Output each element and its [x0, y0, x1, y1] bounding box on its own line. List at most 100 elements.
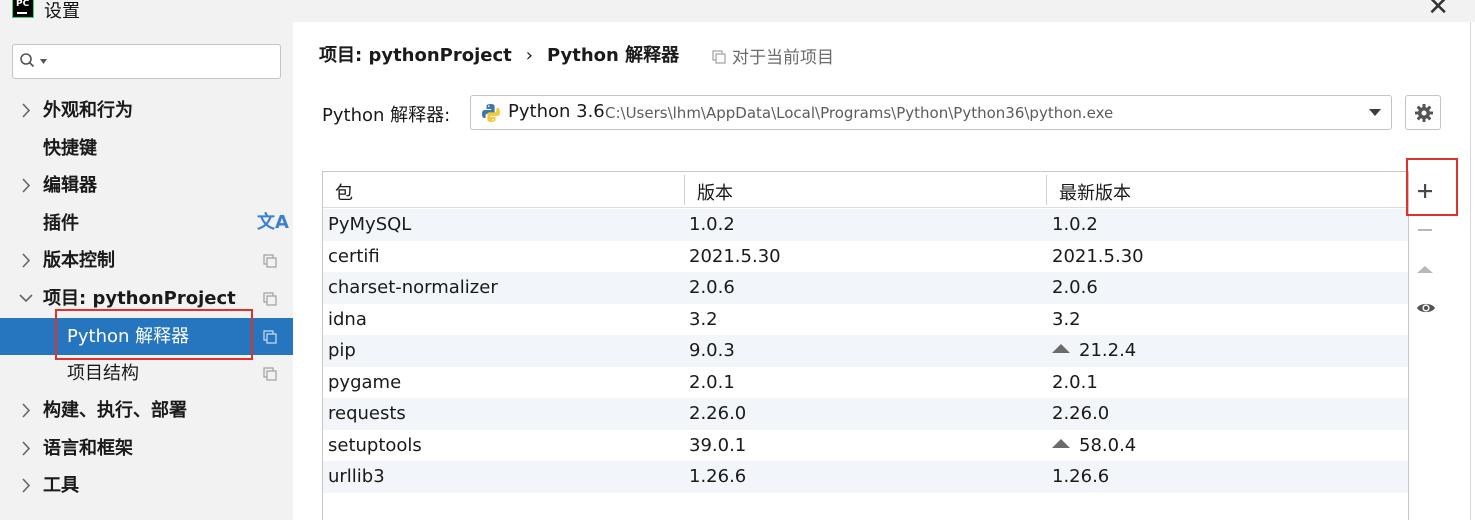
search-input[interactable]	[53, 50, 273, 74]
breadcrumb-project: 项目: pythonProject	[319, 45, 512, 66]
package-latest: 2.0.1	[1052, 371, 1098, 393]
breadcrumb: 项目: pythonProject › Python 解释器	[319, 41, 679, 67]
package-latest: 3.2	[1052, 308, 1081, 330]
package-name: pygame	[328, 371, 402, 393]
package-name: pip	[328, 340, 356, 361]
table-row[interactable]: pygame 2.0.1 2.0.1	[323, 367, 1408, 399]
breadcrumb-page: Python 解释器	[546, 45, 680, 66]
chevron-right-icon	[22, 103, 31, 118]
sidebar-item-label: 插件	[43, 213, 79, 234]
chevron-right-icon	[22, 253, 31, 268]
package-name: certifi	[328, 245, 380, 267]
table-row[interactable]: urllib3 1.26.6 1.26.6	[323, 461, 1408, 493]
column-divider	[1046, 175, 1047, 205]
sidebar-item-keymap[interactable]: 快捷键	[0, 130, 293, 167]
upgrade-icon	[1417, 266, 1433, 273]
interpreter-dropdown[interactable]: Python 3.6 C:\Users\lhm\AppData\Local\Pr…	[470, 95, 1392, 130]
close-icon[interactable]: ✕	[1427, 0, 1449, 22]
table-row[interactable]: requests 2.26.0 2.26.0	[323, 398, 1408, 430]
package-version: 9.0.3	[689, 340, 735, 361]
upgrade-package-button[interactable]	[1407, 251, 1443, 287]
python-icon	[482, 104, 500, 122]
chevron-right-icon	[22, 441, 31, 456]
interpreter-settings-button[interactable]	[1405, 95, 1441, 130]
package-version: 1.0.2	[689, 214, 735, 235]
interpreter-name: Python 3.6	[508, 101, 605, 122]
package-latest: 2021.5.30	[1052, 245, 1144, 267]
package-name: idna	[328, 308, 367, 330]
package-version: 2.0.1	[689, 371, 735, 393]
package-version: 3.2	[689, 308, 718, 330]
package-version: 39.0.1	[689, 434, 747, 456]
table-row[interactable]: PyMySQL 1.0.2 1.0.2	[323, 209, 1408, 241]
highlight-box-interpreter	[55, 309, 253, 360]
show-early-releases-button[interactable]	[1407, 290, 1443, 326]
search-icon	[20, 53, 35, 68]
copy-icon	[712, 50, 726, 64]
sidebar-item-label: 项目结构	[67, 363, 139, 384]
sidebar-item-tools[interactable]: 工具	[0, 467, 293, 504]
upgrade-available-icon	[1052, 438, 1070, 448]
copy-icon	[263, 330, 277, 344]
window-edge	[1470, 22, 1471, 520]
gear-icon	[1415, 104, 1433, 122]
minus-icon	[1418, 229, 1432, 231]
window-title: 设置	[44, 1, 80, 22]
package-latest: 2.26.0	[1052, 403, 1110, 424]
chevron-right-icon	[22, 178, 31, 193]
sidebar-item-languages[interactable]: 语言和框架	[0, 430, 293, 467]
sidebar-item-build-execution[interactable]: 构建、执行、部署	[0, 392, 293, 429]
scope-label: 对于当前项目	[732, 48, 834, 68]
sidebar-item-project-structure[interactable]: 项目结构	[0, 355, 293, 392]
uninstall-package-button[interactable]	[1407, 212, 1443, 248]
chevron-right-icon	[22, 478, 31, 493]
sidebar-item-appearance[interactable]: 外观和行为	[0, 92, 293, 129]
eye-icon	[1417, 303, 1435, 313]
column-divider	[684, 175, 685, 205]
package-name: urllib3	[328, 466, 385, 487]
package-latest: 58.0.4	[1052, 435, 1136, 456]
column-header-latest-version[interactable]: 最新版本	[1059, 179, 1131, 205]
copy-icon	[263, 254, 277, 268]
package-latest: 1.0.2	[1052, 214, 1098, 235]
sidebar-item-editor[interactable]: 编辑器	[0, 167, 293, 204]
table-row[interactable]: charset-normalizer 2.0.6 2.0.6	[323, 272, 1408, 304]
interpreter-path: C:\Users\lhm\AppData\Local\Programs\Pyth…	[605, 104, 1114, 122]
column-header-package[interactable]: 包	[335, 179, 353, 205]
sidebar-item-label: 工具	[43, 475, 79, 496]
copy-icon	[263, 367, 277, 381]
sidebar-item-plugins[interactable]: 插件 文A	[0, 205, 293, 242]
table-row[interactable]: pip 9.0.3 21.2.4	[323, 335, 1408, 367]
interpreter-label: Python 解释器:	[322, 105, 451, 126]
column-header-version[interactable]: 版本	[697, 179, 733, 205]
table-header: 包 版本 最新版本	[323, 172, 1408, 208]
package-latest: 1.26.6	[1052, 466, 1110, 487]
pycharm-logo: PC	[12, 0, 34, 18]
package-version: 2.0.6	[689, 277, 735, 298]
package-version: 1.26.6	[689, 466, 747, 487]
package-version: 2021.5.30	[689, 245, 781, 267]
chevron-down-icon	[40, 59, 47, 64]
sidebar-item-label: 语言和框架	[43, 438, 133, 459]
sidebar-item-label: 编辑器	[43, 175, 97, 196]
package-name: setuptools	[328, 434, 422, 456]
table-row[interactable]: setuptools 39.0.1 58.0.4	[323, 430, 1408, 462]
package-latest-value: 58.0.4	[1079, 434, 1137, 456]
package-name: charset-normalizer	[328, 277, 498, 298]
upgrade-available-icon	[1052, 344, 1070, 353]
table-row[interactable]: certifi 2021.5.30 2021.5.30	[323, 241, 1408, 273]
package-name: requests	[328, 403, 406, 424]
sidebar-item-label: 版本控制	[43, 250, 115, 271]
sidebar-item-version-control[interactable]: 版本控制	[0, 242, 293, 279]
package-toolbar	[1407, 171, 1443, 520]
package-latest-value: 21.2.4	[1079, 340, 1137, 361]
package-version: 2.26.0	[689, 403, 747, 424]
breadcrumb-separator: ›	[525, 45, 533, 66]
table-row[interactable]: idna 3.2 3.2	[323, 304, 1408, 336]
sidebar-item-label: 外观和行为	[43, 100, 133, 121]
package-name: PyMySQL	[328, 214, 412, 235]
settings-search[interactable]	[12, 44, 281, 79]
chevron-down-icon	[19, 294, 33, 303]
copy-icon	[263, 292, 277, 306]
chevron-right-icon	[22, 403, 31, 418]
